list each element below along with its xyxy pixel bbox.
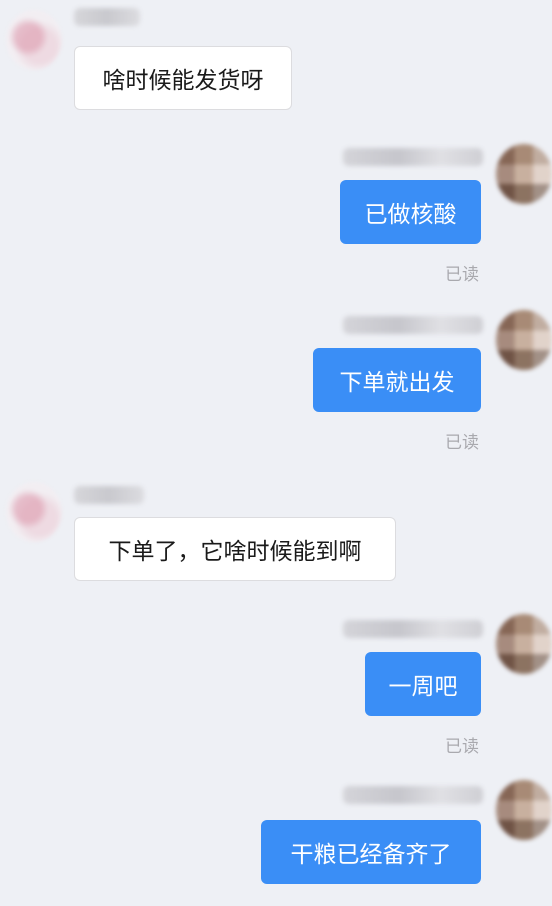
contact-avatar[interactable]	[6, 482, 62, 542]
sender-name-blurred	[343, 786, 483, 804]
contact-name-blurred	[74, 486, 144, 504]
message-bubble-received[interactable]: 下单了，它啥时候能到啊	[74, 517, 396, 581]
user-avatar[interactable]	[496, 780, 552, 840]
read-status: 已读	[445, 737, 479, 757]
user-avatar[interactable]	[496, 310, 552, 370]
contact-name-blurred	[74, 8, 140, 26]
message-bubble-sent[interactable]: 已做核酸	[340, 180, 481, 244]
sender-name-blurred	[343, 316, 483, 334]
chat-view: 啥时候能发货呀 已做核酸 已读 下单就出发 已读 下单了，它啥时候能到啊 一周吧…	[0, 0, 552, 906]
user-avatar[interactable]	[496, 144, 552, 204]
user-avatar[interactable]	[496, 614, 552, 674]
sender-name-blurred	[343, 148, 483, 166]
message-bubble-sent[interactable]: 干粮已经备齐了	[261, 820, 481, 884]
read-status: 已读	[445, 433, 479, 453]
sender-name-blurred	[343, 620, 483, 638]
read-status: 已读	[445, 265, 479, 285]
message-bubble-sent[interactable]: 下单就出发	[313, 348, 481, 412]
contact-avatar[interactable]	[6, 10, 62, 70]
message-bubble-received[interactable]: 啥时候能发货呀	[74, 46, 292, 110]
message-bubble-sent[interactable]: 一周吧	[365, 652, 481, 716]
